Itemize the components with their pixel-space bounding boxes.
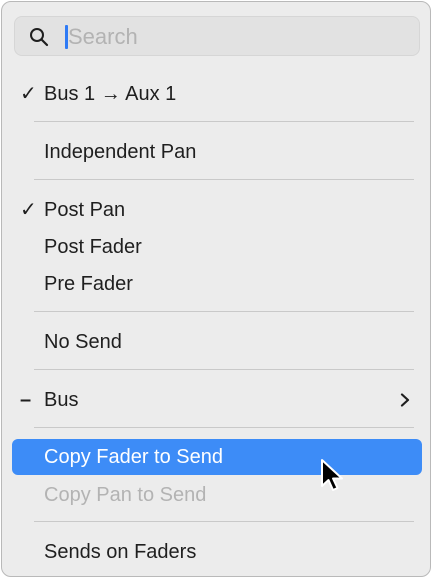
magnifying-glass-icon (30, 28, 49, 47)
menu-separator (34, 521, 414, 522)
checkmark-icon: ✓ (20, 83, 37, 105)
menu-item-label: Copy Pan to Send (44, 484, 207, 506)
menu-item-label: Independent Pan (44, 141, 197, 163)
chevron-right-icon (400, 393, 410, 407)
mouse-pointer-icon (321, 459, 343, 491)
menu-item-post-pan[interactable]: ✓ Post Pan (12, 192, 422, 228)
menu-item-bus-1-aux-1[interactable]: ✓ Bus 1 → Aux 1 (12, 76, 422, 112)
menu-item-label: Copy Fader to Send (44, 446, 223, 468)
menu-item-label: Bus (44, 389, 79, 411)
menu-item-label: Post Pan (44, 199, 126, 221)
menu-item-bus-submenu[interactable]: – Bus (12, 382, 422, 418)
menu-item-independent-pan[interactable]: Independent Pan (12, 134, 422, 170)
menu-separator (34, 121, 414, 122)
mixed-state-dash-icon: – (20, 389, 32, 411)
menu-item-label: Sends on Faders (44, 541, 197, 563)
menu-separator (34, 311, 414, 312)
menu-item-label: Pre Fader (44, 273, 133, 295)
search-input[interactable] (68, 21, 408, 53)
checkmark-icon: ✓ (20, 199, 37, 221)
menu-item-copy-pan-to-send: Copy Pan to Send (12, 477, 422, 513)
menu-item-pre-fader[interactable]: Pre Fader (12, 266, 422, 302)
search-field[interactable] (14, 16, 420, 56)
menu-separator (34, 179, 414, 180)
send-context-menu: ✓ Bus 1 → Aux 1 Independent Pan ✓ Post P… (1, 1, 431, 577)
menu-item-no-send[interactable]: No Send (12, 324, 422, 360)
menu-separator (34, 427, 414, 428)
menu-item-label: No Send (44, 331, 122, 353)
menu-separator (34, 369, 414, 370)
menu-item-post-fader[interactable]: Post Fader (12, 229, 422, 265)
menu-item-sends-on-faders[interactable]: Sends on Faders (12, 534, 422, 570)
menu-item-copy-fader-to-send[interactable]: Copy Fader to Send (12, 439, 422, 475)
menu-item-label: Bus 1 → Aux 1 (44, 83, 177, 105)
menu-item-label: Post Fader (44, 236, 142, 258)
